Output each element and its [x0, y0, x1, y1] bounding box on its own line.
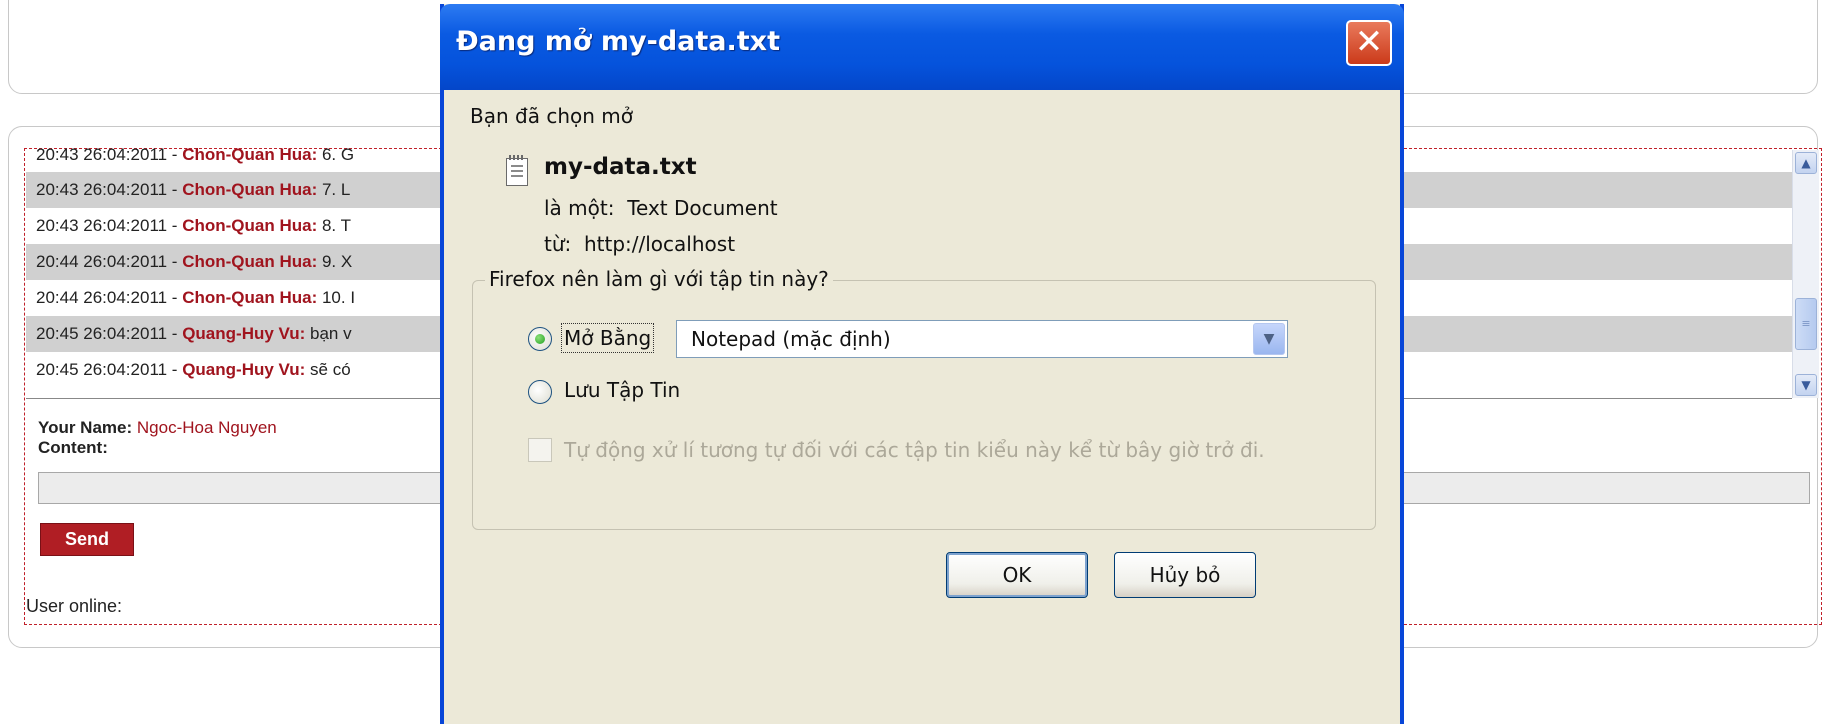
- message-time: 20:43 26:04:2011 -: [36, 148, 183, 164]
- message-author: Chon-Quan Hua:: [182, 216, 318, 235]
- your-name-value: Ngoc-Hoa Nguyen: [132, 418, 277, 437]
- message-author: Quang-Huy Vu:: [182, 324, 306, 343]
- dialog-titlebar[interactable]: Đang mở my-data.txt ✕: [440, 4, 1404, 90]
- action-groupbox: Firefox nên làm gì với tập tin này?: [472, 267, 1376, 530]
- save-file-radio[interactable]: [528, 380, 552, 404]
- grip-icon: ≡: [1801, 317, 1811, 330]
- file-name: my-data.txt: [544, 154, 697, 180]
- chevron-down-icon: ▼: [1801, 378, 1811, 392]
- message-text: 9. X: [317, 252, 353, 271]
- file-source-value: http://localhost: [583, 232, 736, 256]
- file-type-label: là một:: [544, 196, 615, 220]
- application-select-value: Notepad (mặc định): [691, 327, 891, 351]
- open-file-dialog: Đang mở my-data.txt ✕ Bạn đã chọn mở my-…: [440, 4, 1404, 724]
- open-with-radio[interactable]: [528, 327, 552, 351]
- scroll-up-button[interactable]: ▲: [1795, 152, 1817, 174]
- message-text: 7. L: [317, 180, 351, 199]
- message-text: sẽ có: [305, 360, 351, 379]
- message-time: 20:45 26:04:2011 -: [36, 324, 183, 343]
- message-text: 10. I: [317, 288, 356, 307]
- dialog-title: Đang mở my-data.txt: [456, 26, 780, 57]
- file-type-value: Text Document: [627, 196, 778, 220]
- your-name-line: Your Name: Ngoc-Hoa Nguyen: [38, 418, 277, 438]
- user-online-label: User online:: [26, 596, 123, 616]
- open-with-label: Mở Bằng: [560, 323, 655, 353]
- message-author: Chon-Quan Hua:: [182, 180, 318, 199]
- send-button[interactable]: Send: [40, 523, 134, 556]
- action-question: Firefox nên làm gì với tập tin này?: [485, 267, 833, 291]
- close-icon: ✕: [1354, 22, 1384, 62]
- close-button[interactable]: ✕: [1346, 20, 1392, 66]
- intro-text: Bạn đã chọn mở: [470, 104, 633, 128]
- message-time: 20:44 26:04:2011 -: [36, 288, 183, 307]
- message-time: 20:44 26:04:2011 -: [36, 252, 183, 271]
- text-file-icon: [506, 155, 528, 186]
- message-author: Quang-Huy Vu:: [182, 360, 306, 379]
- file-source-label: từ:: [544, 232, 572, 256]
- message-text: bạn v: [305, 324, 352, 343]
- message-text: 8. T: [317, 216, 351, 235]
- message-scrollbar[interactable]: ▲ ≡ ▼: [1792, 150, 1819, 398]
- message-author: Chon-Quan Hua:: [182, 288, 318, 307]
- message-time: 20:43 26:04:2011 -: [36, 216, 183, 235]
- message-time: 20:43 26:04:2011 -: [36, 180, 183, 199]
- content-label: Content:: [38, 438, 108, 457]
- chevron-up-icon: ▲: [1801, 156, 1811, 170]
- chevron-down-icon: ▼: [1263, 331, 1275, 347]
- message-text: 6. G: [317, 148, 355, 164]
- chat-form: Your Name: Ngoc-Hoa Nguyen Content:: [38, 418, 277, 458]
- application-select[interactable]: Notepad (mặc định) ▼: [676, 320, 1288, 358]
- open-with-label-wrap[interactable]: Mở Bằng: [560, 323, 655, 353]
- ok-button[interactable]: OK: [946, 552, 1088, 598]
- auto-action-checkbox[interactable]: [528, 438, 552, 462]
- message-author: Chon-Quan Hua:: [182, 252, 318, 271]
- message-time: 20:45 26:04:2011 -: [36, 360, 183, 379]
- save-file-label[interactable]: Lưu Tập Tin: [564, 378, 680, 402]
- message-author: Chon-Quan Hua:: [182, 148, 318, 164]
- scroll-down-button[interactable]: ▼: [1795, 374, 1817, 396]
- file-source-line: từ: http://localhost: [544, 232, 735, 256]
- auto-action-label: Tự động xử lí tương tự đối với các tập t…: [564, 438, 1265, 462]
- your-name-label: Your Name:: [38, 418, 133, 437]
- file-type-line: là một: Text Document: [544, 196, 778, 220]
- dropdown-button[interactable]: ▼: [1253, 323, 1285, 355]
- cancel-button[interactable]: Hủy bỏ: [1114, 552, 1256, 598]
- scroll-thumb[interactable]: ≡: [1795, 298, 1817, 350]
